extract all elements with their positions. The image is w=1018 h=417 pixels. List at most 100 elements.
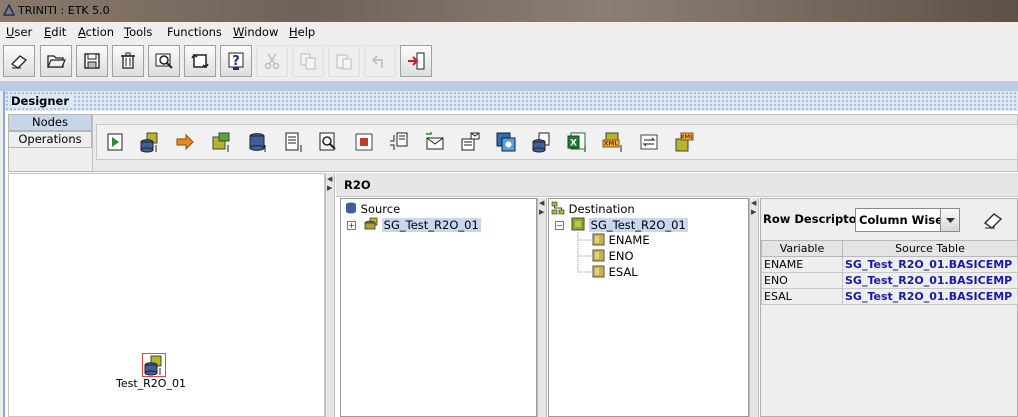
palette-db-source[interactable]: [137, 129, 163, 155]
palette-db-target[interactable]: [244, 129, 270, 155]
svg-text:XML: XML: [604, 141, 619, 148]
palette-copy-window[interactable]: [493, 129, 519, 155]
palette-cube-target[interactable]: [208, 129, 234, 155]
source-table-cell[interactable]: SG_Test_R2O_01.BASICEMP: [842, 288, 1018, 305]
copy-icon: [300, 53, 316, 70]
destination-field-ename[interactable]: ENAME: [592, 233, 650, 247]
mail-out-icon: [461, 132, 480, 151]
document-icon: [285, 132, 302, 152]
designer-header: Designer: [3, 91, 1018, 111]
source-header-label: Source: [360, 202, 401, 216]
palette-excel[interactable]: X: [564, 129, 590, 155]
save-button[interactable]: [76, 45, 108, 77]
destination-header: Destination: [551, 201, 635, 216]
collapse-left-icon[interactable]: ◀: [327, 175, 332, 183]
variable-cell[interactable]: ENAME: [761, 256, 843, 273]
tab-operations[interactable]: Operations: [8, 131, 92, 148]
destination-header-label: Destination: [568, 202, 635, 216]
clear-mapping-eraser-icon[interactable]: [982, 209, 1004, 231]
dropdown-button[interactable]: [940, 209, 959, 231]
exit-button[interactable]: [400, 45, 432, 77]
chevron-down-icon: [946, 218, 955, 223]
source-tree-item[interactable]: SG_Test_R2O_01: [364, 217, 481, 232]
palette-run[interactable]: [102, 129, 128, 155]
source-expand-icon[interactable]: +: [347, 221, 356, 230]
collapse-right-icon[interactable]: ▶: [539, 208, 544, 216]
menu-edit[interactable]: Edit: [44, 25, 66, 39]
column-header-variable[interactable]: Variable: [761, 240, 843, 257]
copy-window-icon: [496, 132, 516, 152]
menu-help[interactable]: Help: [289, 25, 315, 39]
palette-transform[interactable]: [636, 129, 662, 155]
source-table-cell[interactable]: SG_Test_R2O_01.BASICEMP: [842, 272, 1018, 289]
svg-text:X: X: [570, 139, 577, 149]
palette-search-doc[interactable]: [315, 129, 341, 155]
xml-icon: XML: [602, 132, 622, 152]
menu-functions[interactable]: Functions: [167, 25, 222, 39]
undo-icon: [371, 55, 383, 68]
destination-splitter[interactable]: ◀ ▶: [749, 198, 759, 417]
canvas-splitter[interactable]: ◀ ▶: [325, 173, 335, 417]
eraser-button[interactable]: [3, 45, 35, 77]
palette-db-export[interactable]: [529, 129, 555, 155]
eraser-icon: [10, 55, 28, 69]
xml-cube-icon: XML: [675, 132, 694, 152]
palette-mail-in[interactable]: [422, 129, 448, 155]
source-splitter[interactable]: ◀ ▶: [537, 198, 547, 417]
tree-connector-lines: [577, 232, 591, 273]
tab-area-filler: [8, 148, 92, 172]
table-row[interactable]: ENAME SG_Test_R2O_01.BASICEMP: [761, 256, 1018, 273]
open-folder-icon: [47, 55, 66, 68]
menu-tools[interactable]: Tools: [124, 25, 152, 39]
field-icon: [592, 249, 605, 262]
palette-document[interactable]: [280, 129, 306, 155]
palette-xml[interactable]: XML: [600, 129, 626, 155]
cube-target-icon: [212, 132, 230, 152]
run-icon: [107, 133, 123, 151]
destination-field-eno[interactable]: ENO: [592, 249, 634, 263]
refresh-button[interactable]: [184, 45, 216, 77]
table-row[interactable]: ENO SG_Test_R2O_01.BASICEMP: [761, 272, 1018, 289]
row-descriptor-select[interactable]: Column Wise: [855, 208, 960, 232]
palette-xml-cube[interactable]: XML: [671, 129, 697, 155]
variable-cell[interactable]: ENO: [761, 272, 843, 289]
stop-icon: [355, 133, 373, 151]
open-button[interactable]: [40, 45, 72, 77]
cut-icon: [264, 53, 280, 70]
table-row[interactable]: ESAL SG_Test_R2O_01.BASICEMP: [761, 288, 1018, 305]
copy-button[interactable]: [292, 45, 324, 77]
save-icon: [84, 53, 100, 69]
undo-button[interactable]: [364, 45, 396, 77]
help-button[interactable]: ?: [220, 45, 252, 77]
menu-window[interactable]: Window: [233, 25, 278, 39]
palette-stop[interactable]: [351, 129, 377, 155]
destination-collapse-icon[interactable]: −: [555, 221, 564, 230]
palette-arrow[interactable]: [172, 129, 198, 155]
paste-button[interactable]: [328, 45, 360, 77]
hierarchy-icon: [551, 201, 565, 215]
palette-split[interactable]: [386, 129, 412, 155]
tab-nodes[interactable]: Nodes: [8, 114, 92, 131]
destination-tree-item[interactable]: SG_Test_R2O_01: [571, 217, 688, 232]
database-icon: [364, 217, 378, 230]
delete-button[interactable]: [112, 45, 144, 77]
variable-cell[interactable]: ESAL: [761, 288, 843, 305]
window-title: TRINITI : ETK 5.0: [18, 4, 110, 17]
help-icon: ?: [228, 52, 244, 70]
menu-user[interactable]: User: [6, 25, 32, 39]
menu-action[interactable]: Action: [78, 25, 114, 39]
collapse-right-icon[interactable]: ▶: [327, 184, 332, 192]
column-header-source-table[interactable]: Source Table: [842, 240, 1018, 257]
flow-node[interactable]: [142, 353, 166, 377]
find-button[interactable]: [148, 45, 180, 77]
palette-mail-out[interactable]: [457, 129, 483, 155]
cut-button[interactable]: [256, 45, 288, 77]
destination-field-esal[interactable]: ESAL: [592, 265, 638, 279]
collapse-left-icon[interactable]: ◀: [751, 199, 756, 207]
collapse-left-icon[interactable]: ◀: [539, 199, 544, 207]
collapse-right-icon[interactable]: ▶: [751, 208, 756, 216]
source-table-cell[interactable]: SG_Test_R2O_01.BASICEMP: [842, 256, 1018, 273]
svg-text:XML: XML: [680, 135, 694, 141]
designer-top-border: [0, 82, 1018, 91]
split-icon: [390, 132, 408, 150]
